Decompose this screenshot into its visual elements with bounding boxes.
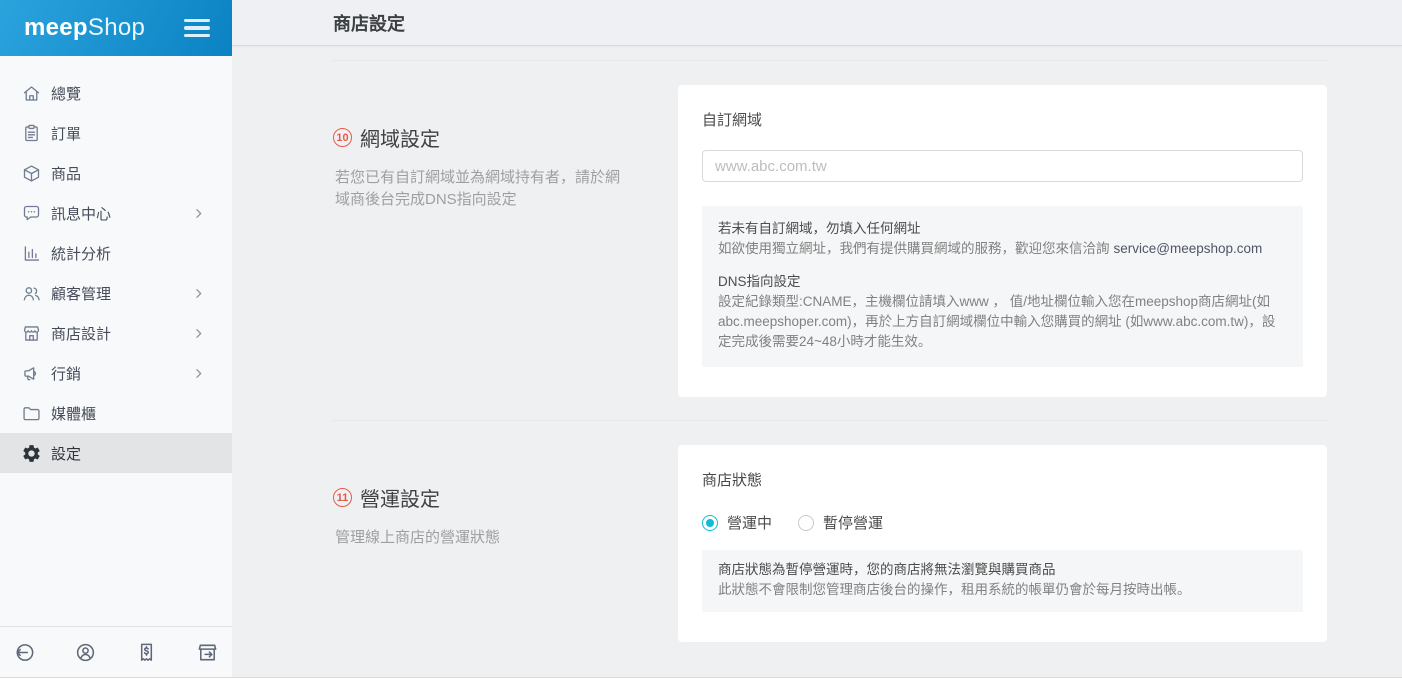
section-domain-intro: 10 網域設定 若您已有自訂網域並為網域持有者，請於網域商後台完成DNS指向設定 — [333, 85, 678, 211]
chevron-right-icon — [192, 367, 205, 380]
section-number-badge: 11 — [333, 488, 352, 507]
section-domain-settings: 10 網域設定 若您已有自訂網域並為網域持有者，請於網域商後台完成DNS指向設定… — [333, 85, 1327, 397]
radio-label: 暫停營運 — [823, 515, 884, 532]
media-icon — [20, 402, 42, 424]
home-icon — [20, 82, 42, 104]
visit-store-icon[interactable] — [195, 639, 221, 665]
domain-note-heading: 若未有自訂網域，勿填入任何網址 — [718, 221, 921, 236]
section-description: 管理線上商店的營運狀態 — [335, 529, 501, 546]
sidebar-item-label: 商品 — [51, 165, 82, 183]
sidebar-item-label: 訊息中心 — [51, 205, 112, 223]
sidebar-item-settings[interactable]: 設定 — [0, 433, 232, 473]
sidebar-item-customers[interactable]: 顧客管理 — [0, 273, 232, 313]
divider — [333, 60, 1327, 61]
sidebar-item-marketing[interactable]: 行銷 — [0, 353, 232, 393]
sidebar-item-products[interactable]: 商品 — [0, 153, 232, 193]
sidebar-item-label: 商店設計 — [51, 325, 112, 343]
analytics-icon — [20, 242, 42, 264]
meepshop-logo[interactable]: meepShop — [24, 14, 145, 42]
sidebar-item-orders[interactable]: 訂單 — [0, 113, 232, 153]
sidebar-item-label: 統計分析 — [51, 245, 112, 263]
sidebar-item-store-design[interactable]: 商店設計 — [0, 313, 232, 353]
section-operation-intro: 11 營運設定 管理線上商店的營運狀態 — [333, 445, 678, 549]
sidebar-item-overview[interactable]: 總覽 — [0, 73, 232, 113]
sidebar-footer — [0, 626, 232, 677]
dns-note-block: DNS指向設定 設定紀錄類型:CNAME，主機欄位請填入www ， 值/地址欄位… — [718, 272, 1287, 352]
domain-note-box: 若未有自訂網域，勿填入任何網址 如欲使用獨立網址，我們有提供購買網域的服務，歡迎… — [702, 206, 1303, 367]
messages-icon — [20, 202, 42, 224]
sidebar-item-messages[interactable]: 訊息中心 — [0, 193, 232, 233]
sidebar-item-label: 顧客管理 — [51, 285, 112, 303]
billing-icon[interactable] — [134, 639, 160, 665]
sidebar-nav: 總覽 訂單 商品 訊息中心 統計分析 顧客管理 商店設計 行銷 媒體櫃 設定 — [0, 56, 232, 626]
divider — [333, 420, 1327, 421]
sidebar-item-label: 媒體櫃 — [51, 405, 97, 423]
radio-paused[interactable]: 暫停營運 — [798, 512, 883, 533]
chevron-right-icon — [192, 287, 205, 300]
main-area: 商店設定 10 網域設定 若您已有自訂網域並為網域持有者，請於網域商後台完成DN… — [232, 0, 1402, 677]
logo-bold: meep — [24, 14, 88, 41]
sidebar-item-label: 設定 — [51, 445, 82, 463]
account-icon[interactable] — [72, 639, 98, 665]
store-design-icon — [20, 322, 42, 344]
sidebar-item-analytics[interactable]: 統計分析 — [0, 233, 232, 273]
operation-note-box: 商店狀態為暫停營運時，您的商店將無法瀏覽與購買商品 此狀態不會限制您管理商店後台… — [702, 550, 1303, 612]
sidebar-item-label: 訂單 — [51, 125, 82, 143]
radio-operating[interactable]: 營運中 — [702, 512, 772, 533]
operation-note-heading: 商店狀態為暫停營運時，您的商店將無法瀏覽與購買商品 — [718, 562, 1056, 577]
products-icon — [20, 162, 42, 184]
domain-note-line: 如欲使用獨立網址，我們有提供購買網域的服務，歡迎您來信洽詢 service@mee… — [718, 241, 1263, 256]
store-status-radio-group: 營運中 暫停營運 — [702, 512, 1303, 533]
custom-domain-input[interactable] — [702, 150, 1303, 182]
dns-text: 設定紀錄類型:CNAME，主機欄位請填入www ， 值/地址欄位輸入您在meep… — [718, 294, 1276, 349]
custom-domain-label: 自訂網域 — [702, 112, 763, 129]
radio-circle-icon — [702, 514, 718, 531]
radio-label: 營運中 — [727, 515, 773, 532]
dns-heading: DNS指向設定 — [718, 274, 801, 289]
sidebar-item-label: 行銷 — [51, 365, 82, 383]
sidebar: meepShop 總覽 訂單 商品 訊息中心 統計分析 顧客管理 商店設計 行銷… — [0, 0, 232, 677]
operation-note-line: 此狀態不會限制您管理商店後台的操作，租用系統的帳單仍會於每月按時出帳。 — [718, 582, 1191, 597]
marketing-icon — [20, 362, 42, 384]
section-description: 若您已有自訂網域並為網域持有者，請於網域商後台完成DNS指向設定 — [335, 169, 621, 208]
service-email-link[interactable]: service@meepshop.com — [1114, 241, 1263, 256]
section-title: 營運設定 — [360, 489, 440, 511]
customers-icon — [20, 282, 42, 304]
page-title: 商店設定 — [333, 13, 405, 34]
radio-circle-icon — [798, 514, 815, 531]
section-heading: 10 網域設定 — [333, 123, 634, 152]
store-status-label: 商店狀態 — [702, 472, 763, 489]
page-header: 商店設定 — [232, 0, 1402, 46]
orders-icon — [20, 122, 42, 144]
chevron-right-icon — [192, 207, 205, 220]
logout-icon[interactable] — [11, 639, 37, 665]
logo-light: Shop — [87, 14, 146, 41]
chevron-right-icon — [192, 327, 205, 340]
domain-settings-card: 自訂網域 若未有自訂網域，勿填入任何網址 如欲使用獨立網址，我們有提供購買網域的… — [678, 85, 1327, 397]
sidebar-header: meepShop — [0, 0, 232, 56]
hamburger-menu-icon[interactable] — [182, 17, 212, 40]
sidebar-item-media[interactable]: 媒體櫃 — [0, 393, 232, 433]
section-number-badge: 10 — [333, 128, 352, 147]
app-window: meepShop 總覽 訂單 商品 訊息中心 統計分析 顧客管理 商店設計 行銷… — [0, 0, 1402, 678]
section-heading: 11 營運設定 — [333, 483, 634, 512]
settings-icon — [20, 442, 42, 464]
settings-content: 10 網域設定 若您已有自訂網域並為網域持有者，請於網域商後台完成DNS指向設定… — [232, 46, 1402, 677]
sidebar-item-label: 總覽 — [51, 85, 82, 103]
section-operation-settings: 11 營運設定 管理線上商店的營運狀態 商店狀態 營運中 暫停營運 商店狀態為暫… — [333, 445, 1327, 642]
section-title: 網域設定 — [360, 129, 440, 151]
operation-settings-card: 商店狀態 營運中 暫停營運 商店狀態為暫停營運時，您的商店將無法瀏覽與購買商品 — [678, 445, 1327, 642]
